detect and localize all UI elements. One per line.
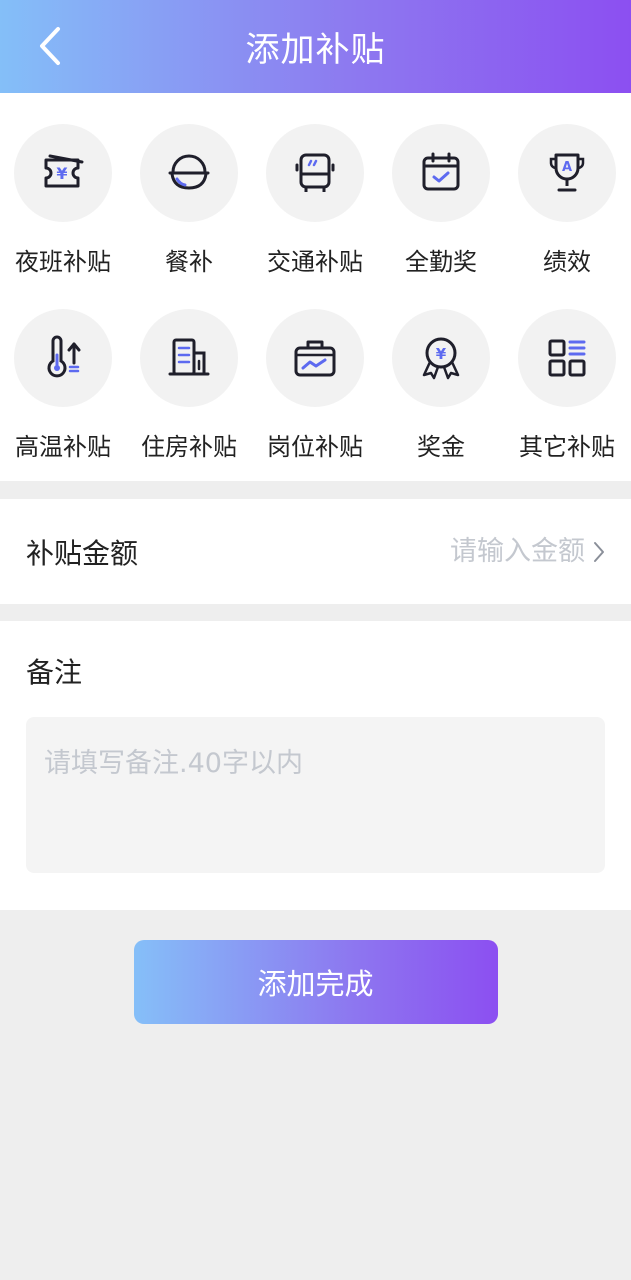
category-heat[interactable]: 高温补贴 [0, 309, 126, 462]
category-label: 绩效 [543, 248, 591, 276]
page-title: 添加补贴 [245, 30, 386, 70]
category-bonus[interactable]: ¥ 奖金 [378, 309, 504, 462]
trophy-icon: A [549, 153, 585, 192]
amount-row[interactable]: 补贴金额 [0, 499, 631, 604]
section-divider [0, 481, 631, 499]
category-label: 交通补贴 [267, 248, 363, 276]
amount-input[interactable] [403, 535, 587, 568]
amount-label: 补贴金额 [26, 536, 139, 570]
section-divider [0, 604, 631, 621]
chevron-right-icon [594, 541, 604, 562]
category-label: 夜班补贴 [15, 248, 111, 276]
category-label: 全勤奖 [405, 248, 477, 276]
calendar-check-icon [422, 152, 460, 191]
svg-text:¥: ¥ [436, 345, 447, 363]
category-transport[interactable]: 交通补贴 [252, 124, 378, 277]
category-performance[interactable]: A 绩效 [504, 124, 630, 277]
grid-list-icon [548, 339, 586, 377]
bus-icon [295, 153, 335, 192]
amount-input-wrap[interactable] [403, 535, 605, 568]
category-label: 奖金 [417, 433, 465, 461]
remark-textarea[interactable] [26, 717, 605, 873]
rice-bowl-icon [168, 154, 210, 190]
category-label: 高温补贴 [15, 433, 111, 461]
category-label: 住房补贴 [141, 433, 237, 461]
building-icon [168, 338, 210, 376]
category-position[interactable]: 岗位补贴 [252, 309, 378, 462]
category-night-shift[interactable]: ¥ 夜班补贴 [0, 124, 126, 277]
yen-ticket-icon: ¥ [44, 154, 84, 188]
thermometer-icon [47, 335, 81, 378]
category-label: 餐补 [165, 248, 213, 276]
category-housing[interactable]: 住房补贴 [126, 309, 252, 462]
remark-label: 备注 [26, 656, 83, 689]
submit-button[interactable]: 添加完成 [133, 940, 498, 1024]
svg-text:A: A [562, 160, 572, 175]
category-attendance[interactable]: 全勤奖 [378, 124, 504, 277]
header-bar: 添加补贴 [0, 0, 631, 93]
category-label: 其它补贴 [519, 433, 615, 461]
svg-text:¥: ¥ [56, 164, 67, 183]
remark-section: 备注 [0, 621, 631, 910]
submit-area: 添加完成 [0, 910, 631, 1024]
yen-medal-icon: ¥ [422, 337, 460, 380]
category-other[interactable]: 其它补贴 [504, 309, 630, 462]
category-meal[interactable]: 餐补 [126, 124, 252, 277]
category-label: 岗位补贴 [267, 433, 363, 461]
subsidy-category-grid: ¥ 夜班补贴 餐补 交通补贴 全勤奖 A 绩效 高温补贴 住房补贴 岗位补贴 ¥… [0, 93, 631, 481]
briefcase-icon [294, 340, 336, 377]
